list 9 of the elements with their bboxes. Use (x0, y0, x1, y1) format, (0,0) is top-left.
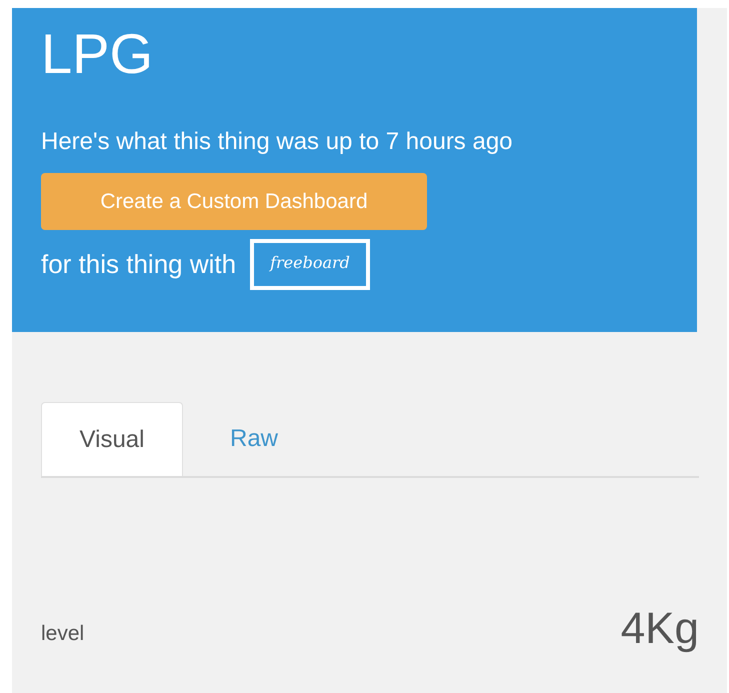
thing-title: LPG (41, 22, 154, 86)
freeboard-link[interactable]: freeboard (250, 239, 370, 290)
reading-value: 4Kg (620, 604, 699, 654)
subtitle-text: Here's what this thing was up to 7 hours ago (41, 127, 514, 157)
reading-label: level (41, 622, 84, 647)
tab[interactable]: Visual (41, 402, 183, 476)
with-text: for this thing with (41, 249, 236, 280)
create-dashboard-button[interactable]: Create a Custom Dashboard (41, 173, 427, 230)
tab[interactable]: Raw (183, 402, 325, 476)
